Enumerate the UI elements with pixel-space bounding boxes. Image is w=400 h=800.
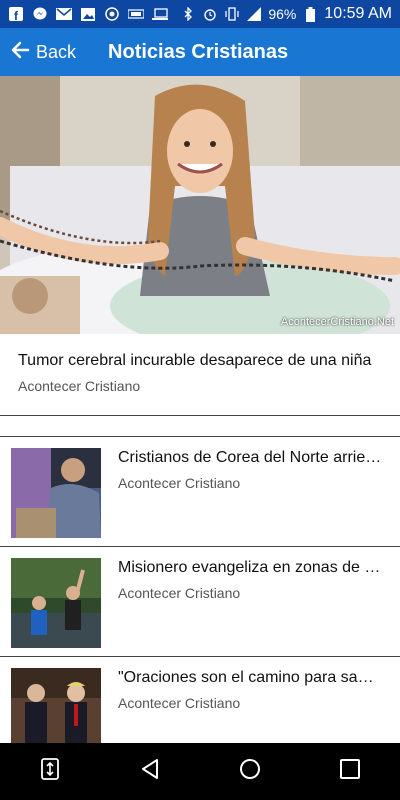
- alarm-icon: [202, 7, 218, 21]
- back-nav-button[interactable]: [128, 750, 172, 794]
- app-bar: Back Noticias Cristianas: [0, 28, 400, 76]
- back-label: Back: [36, 41, 77, 62]
- featured-article[interactable]: Tumor cerebral incurable desaparece de u…: [0, 334, 400, 416]
- featured-title: Tumor cerebral incurable desaparece de u…: [18, 352, 372, 369]
- triangle-back-icon: [139, 758, 161, 785]
- facebook-icon: f: [8, 7, 24, 21]
- messenger-icon: [32, 7, 48, 21]
- page-title: Noticias Cristianas: [108, 40, 289, 63]
- system-icons: 96% 10:59 AM: [180, 5, 392, 23]
- article-title: Misionero evangeliza en zonas de conflic…: [118, 559, 382, 576]
- article-source: Acontecer Cristiano: [118, 695, 241, 711]
- featured-image[interactable]: AcontecerCristiano.Net: [0, 76, 400, 334]
- article-title: "Oraciones son el camino para sanar": [118, 669, 382, 686]
- image-watermark: AcontecerCristiano.Net: [280, 316, 394, 328]
- arrow-left-icon: [10, 40, 30, 65]
- home-button[interactable]: [228, 750, 272, 794]
- notification-icons: f: [8, 7, 168, 21]
- back-button[interactable]: Back: [0, 28, 86, 76]
- overview-button[interactable]: [328, 750, 372, 794]
- square-overview-icon: [339, 758, 361, 785]
- signal-icon: [246, 7, 262, 21]
- laptop-icon: [152, 7, 168, 21]
- article-list[interactable]: Cristianos de Corea del Norte arriesgan …: [0, 436, 400, 743]
- battery-icon: [302, 6, 318, 22]
- bluetooth-icon: [180, 7, 196, 21]
- system-nav-bar: [0, 743, 400, 800]
- list-item[interactable]: "Oraciones son el camino para sanar" Aco…: [0, 657, 400, 743]
- article-thumbnail: [11, 668, 101, 743]
- featured-source: Acontecer Cristiano: [18, 378, 141, 394]
- list-item[interactable]: Cristianos de Corea del Norte arriesgan …: [0, 437, 400, 547]
- list-item[interactable]: Misionero evangeliza en zonas de conflic…: [0, 547, 400, 657]
- image-icon: [80, 7, 96, 21]
- recent-apps-switch-button[interactable]: [28, 750, 72, 794]
- circle-home-icon: [239, 758, 261, 785]
- article-source: Acontecer Cristiano: [118, 585, 241, 601]
- article-source: Acontecer Cristiano: [118, 475, 241, 491]
- article-thumbnail: [11, 448, 101, 538]
- status-bar: f 96% 10:59 AM: [0, 0, 400, 28]
- clock: 10:59 AM: [324, 5, 392, 22]
- article-thumbnail: [11, 558, 101, 648]
- battery-percent: 96%: [268, 6, 297, 22]
- sim-icon: [128, 7, 144, 21]
- mail-icon: [56, 7, 72, 21]
- switch-icon: [41, 758, 59, 785]
- vibrate-icon: [224, 7, 240, 21]
- article-title: Cristianos de Corea del Norte arriesgan …: [118, 449, 382, 466]
- whatsapp-icon: [104, 7, 120, 21]
